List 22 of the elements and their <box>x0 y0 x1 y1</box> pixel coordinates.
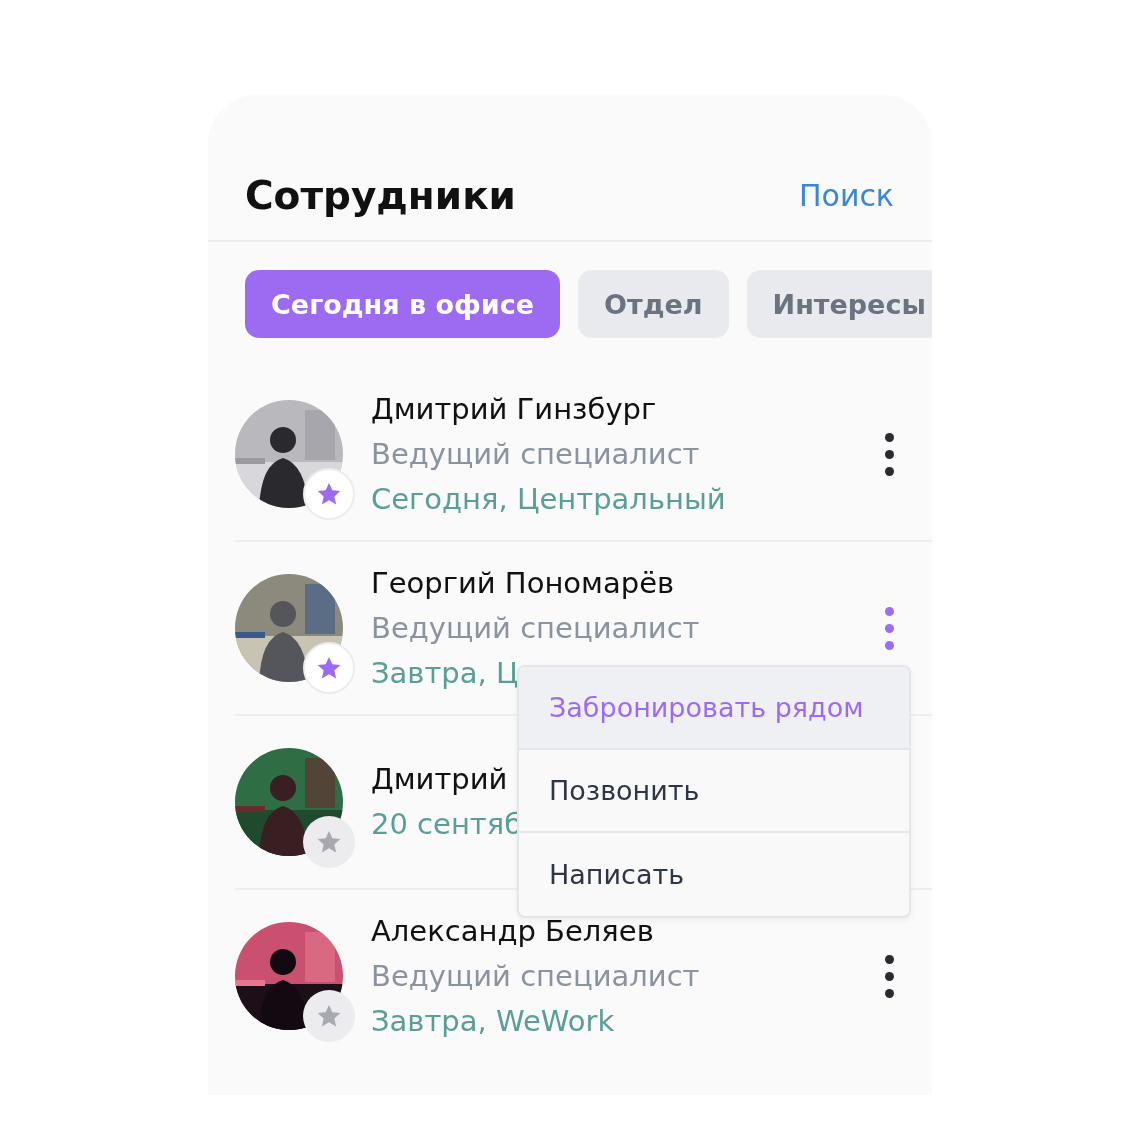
more-icon[interactable] <box>885 432 894 476</box>
star-badge[interactable] <box>303 816 355 868</box>
star-badge[interactable] <box>303 468 355 520</box>
menu-item[interactable]: Позвонить <box>519 750 909 833</box>
employee-role: Ведущий специалист <box>371 609 700 647</box>
star-badge[interactable] <box>303 642 355 694</box>
employee-role: Ведущий специалист <box>371 435 700 473</box>
filter-chip[interactable]: Сегодня в офисе <box>245 270 561 338</box>
employee-name: Дмитрий <box>371 761 508 798</box>
office-location: Сегодня, Центральный <box>371 480 726 518</box>
office-location: Завтра, WeWork <box>371 1002 615 1040</box>
menu-item[interactable]: Забронировать рядом <box>519 667 909 750</box>
office-location: Завтра, Ц <box>371 654 519 692</box>
more-icon[interactable] <box>885 954 894 998</box>
star-badge[interactable] <box>303 990 355 1042</box>
page-title: Сотрудники <box>245 173 516 218</box>
employee-role: Ведущий специалист <box>371 957 700 995</box>
employee-name: Дмитрий Гинзбург <box>371 390 657 428</box>
search-link[interactable]: Поиск <box>798 178 894 213</box>
employee-name: Георгий Пономарёв <box>371 564 675 602</box>
filter-chip[interactable]: Интересы <box>746 270 932 338</box>
filter-chip[interactable]: Отдел <box>578 270 729 338</box>
